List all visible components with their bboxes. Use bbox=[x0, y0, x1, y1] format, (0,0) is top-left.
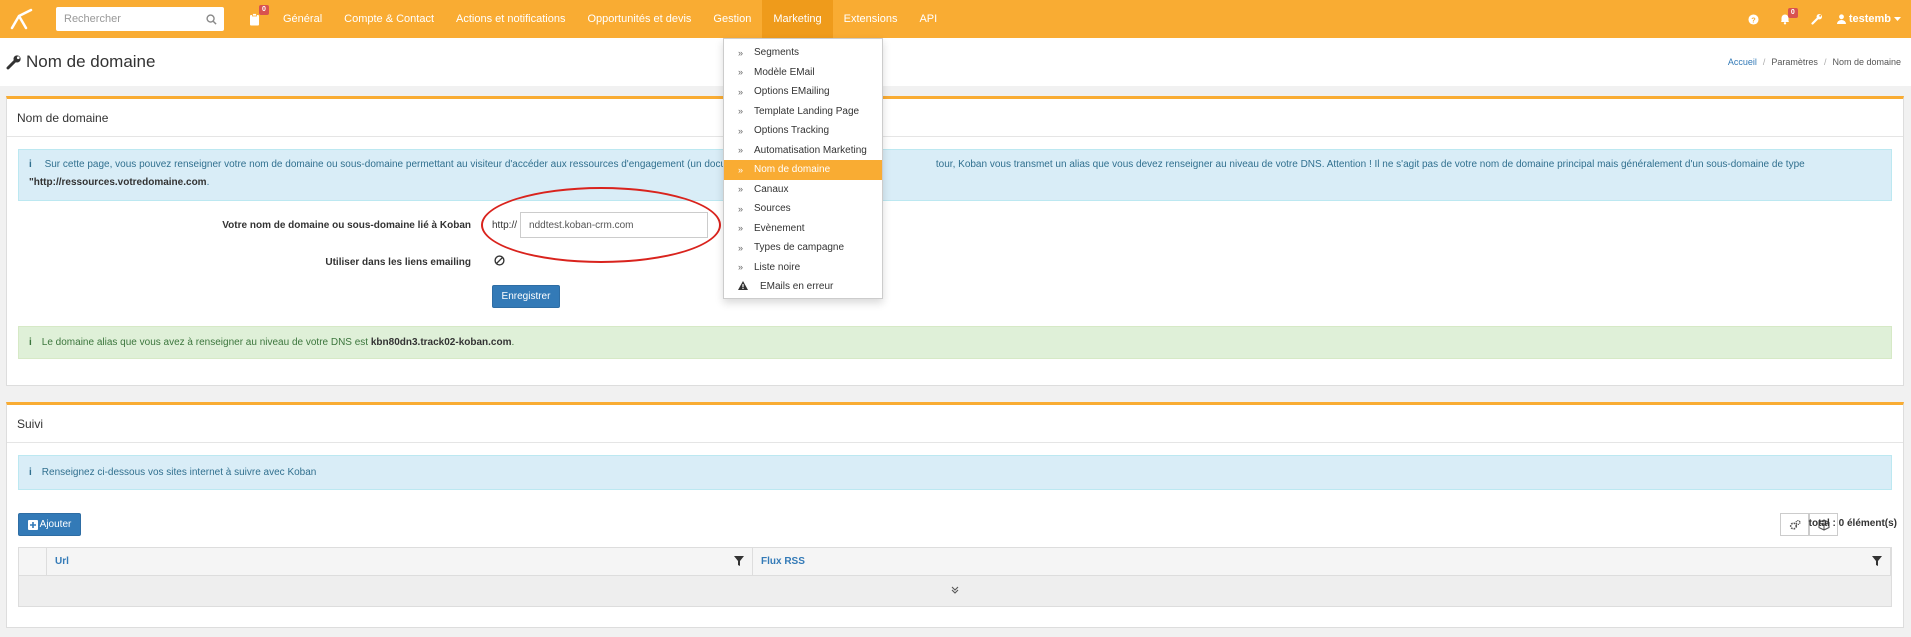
tracking-grid: Url Flux RSS bbox=[18, 547, 1892, 607]
main-nav: Général Compte & Contact Actions et noti… bbox=[272, 0, 948, 38]
top-navbar: 0 Général Compte & Contact Actions et no… bbox=[0, 0, 1911, 38]
double-chevron-icon: » bbox=[738, 106, 744, 117]
search-box bbox=[56, 7, 224, 31]
tasks-badge: 0 bbox=[259, 5, 269, 15]
page-title: Nom de domaine bbox=[6, 52, 155, 72]
info-example: "http://ressources.votredomaine.com bbox=[29, 177, 207, 188]
navbar-right: ? 0 testemb bbox=[1738, 0, 1911, 38]
info-icon: i bbox=[29, 159, 32, 170]
nav-item-marketing[interactable]: Marketing bbox=[762, 0, 833, 38]
add-button[interactable]: Ajouter bbox=[18, 513, 81, 536]
expand-down-icon[interactable] bbox=[951, 585, 959, 597]
nav-item-api[interactable]: API bbox=[908, 0, 948, 38]
alias-value: kbn80dn3.track02-koban.com bbox=[370, 336, 512, 348]
notifications-badge: 0 bbox=[1787, 8, 1798, 18]
alias-alert: i Le domaine alias que vous avez à rense… bbox=[18, 326, 1892, 359]
total-count: total : 0 élément(s) bbox=[1808, 518, 1897, 529]
grid-body bbox=[19, 576, 1891, 606]
grid-header: Url Flux RSS bbox=[19, 548, 1891, 576]
clipboard-icon bbox=[249, 12, 259, 25]
menu-item-segments[interactable]: » Segments bbox=[724, 43, 882, 63]
tracking-panel: Suivi i Renseignez ci-dessous vos sites … bbox=[6, 402, 1904, 628]
search-input[interactable] bbox=[64, 13, 206, 25]
double-chevron-icon: » bbox=[738, 145, 744, 156]
page-header: Nom de domaine Accueil / Paramètres / No… bbox=[0, 38, 1911, 86]
svg-text:?: ? bbox=[1751, 15, 1756, 24]
nav-item-opportunites-devis[interactable]: Opportunités et devis bbox=[576, 0, 702, 38]
emailing-label: Utiliser dans les liens emailing bbox=[325, 257, 471, 268]
ban-icon[interactable] bbox=[493, 254, 505, 266]
nav-item-compte-contact[interactable]: Compte & Contact bbox=[333, 0, 445, 38]
breadcrumb: Accueil / Paramètres / Nom de domaine bbox=[1727, 57, 1901, 67]
caret-down-icon bbox=[1894, 16, 1901, 21]
nav-item-actions-notifications[interactable]: Actions et notifications bbox=[445, 0, 576, 38]
menu-item-types-de-campagne[interactable]: » Types de campagne bbox=[724, 238, 882, 258]
column-flux-rss[interactable]: Flux RSS bbox=[753, 548, 1891, 575]
menu-item-modele-email[interactable]: » Modèle EMail bbox=[724, 63, 882, 83]
menu-item-options-emailing[interactable]: » Options EMailing bbox=[724, 82, 882, 102]
tracking-panel-heading: Suivi bbox=[7, 405, 1903, 443]
wrench-icon bbox=[6, 55, 21, 70]
highlight-ellipse bbox=[481, 187, 721, 263]
double-chevron-icon: » bbox=[738, 203, 744, 214]
help-icon[interactable]: ? bbox=[1748, 13, 1759, 25]
menu-item-options-tracking[interactable]: » Options Tracking bbox=[724, 121, 882, 141]
nav-item-general[interactable]: Général bbox=[272, 0, 333, 38]
menu-item-emails-en-erreur[interactable]: EMails en erreur bbox=[724, 277, 882, 297]
tracking-info-alert: i Renseignez ci-dessous vos sites intern… bbox=[18, 455, 1892, 490]
user-icon bbox=[1836, 14, 1846, 24]
search-icon[interactable] bbox=[206, 12, 217, 26]
plus-square-icon bbox=[27, 519, 38, 530]
gears-icon bbox=[1789, 519, 1801, 530]
nav-item-gestion[interactable]: Gestion bbox=[702, 0, 762, 38]
menu-item-evenement[interactable]: » Evènement bbox=[724, 219, 882, 239]
user-name: testemb bbox=[1848, 13, 1891, 25]
marketing-dropdown: » Segments » Modèle EMail » Options EMailin… bbox=[723, 38, 883, 299]
tasks-button[interactable]: 0 bbox=[246, 5, 269, 28]
menu-item-template-landing-page[interactable]: » Template Landing Page bbox=[724, 102, 882, 122]
menu-item-nom-de-domaine[interactable]: » Nom de domaine bbox=[724, 160, 882, 180]
menu-item-automatisation-marketing[interactable]: » Automatisation Marketing bbox=[724, 141, 882, 161]
koban-logo[interactable] bbox=[0, 0, 46, 38]
domain-label: Votre nom de domaine ou sous-domaine lié… bbox=[222, 220, 471, 231]
breadcrumb-current: Nom de domaine bbox=[1832, 57, 1901, 67]
double-chevron-icon: » bbox=[738, 223, 744, 234]
info-icon: i bbox=[29, 336, 32, 348]
user-menu[interactable]: testemb bbox=[1836, 13, 1901, 25]
menu-item-liste-noire[interactable]: » Liste noire bbox=[724, 258, 882, 278]
double-chevron-icon: » bbox=[738, 184, 744, 195]
double-chevron-icon: » bbox=[738, 125, 744, 136]
filter-icon[interactable] bbox=[1872, 556, 1882, 566]
settings-button[interactable] bbox=[1780, 513, 1809, 536]
breadcrumb-accueil[interactable]: Accueil bbox=[1728, 57, 1757, 67]
breadcrumb-parametres[interactable]: Paramètres bbox=[1771, 57, 1818, 67]
double-chevron-icon: » bbox=[738, 86, 744, 97]
notifications-button[interactable]: 0 bbox=[1779, 8, 1798, 25]
save-button[interactable]: Enregistrer bbox=[492, 285, 560, 308]
menu-item-canaux[interactable]: » Canaux bbox=[724, 180, 882, 200]
double-chevron-icon: » bbox=[738, 164, 744, 175]
column-url[interactable]: Url bbox=[47, 548, 753, 575]
double-chevron-icon: » bbox=[738, 262, 744, 273]
double-chevron-icon: » bbox=[738, 242, 744, 253]
menu-item-sources[interactable]: » Sources bbox=[724, 199, 882, 219]
page-title-text: Nom de domaine bbox=[26, 52, 156, 71]
info-icon: i bbox=[29, 466, 32, 478]
double-chevron-icon: » bbox=[738, 47, 744, 58]
domain-panel-heading: Nom de domaine bbox=[7, 99, 1903, 137]
grid-select-column bbox=[19, 548, 47, 575]
domain-panel: Nom de domaine i Sur cette page, vous po… bbox=[6, 96, 1904, 386]
wrench-icon[interactable] bbox=[1811, 13, 1823, 25]
filter-icon[interactable] bbox=[734, 556, 744, 566]
nav-item-extensions[interactable]: Extensions bbox=[833, 0, 909, 38]
domain-info-alert: i Sur cette page, vous pouvez renseigner… bbox=[18, 149, 1892, 201]
warning-icon bbox=[738, 281, 748, 292]
double-chevron-icon: » bbox=[738, 67, 744, 78]
